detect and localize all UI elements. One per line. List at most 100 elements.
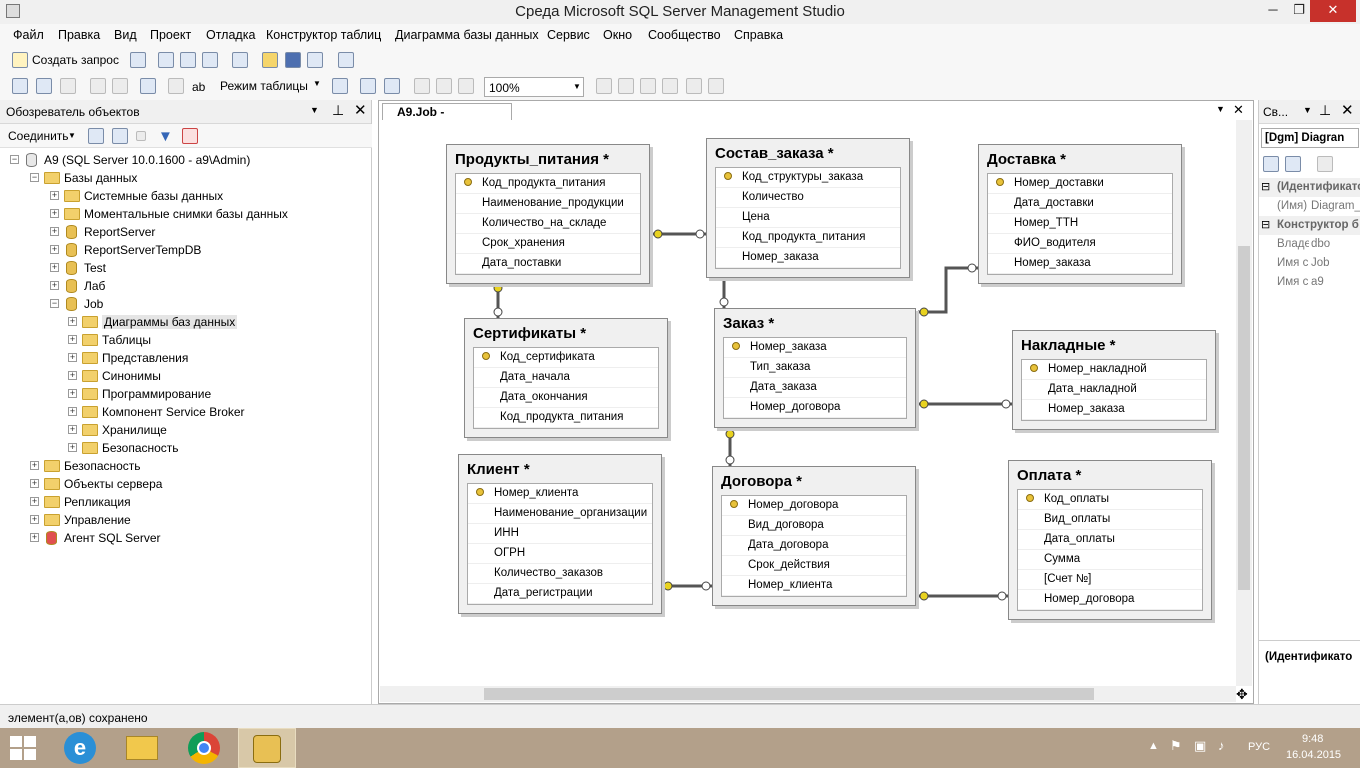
tree-node[interactable]: + Синонимы [0,367,372,385]
chrome-icon[interactable] [188,732,220,764]
tree-node[interactable]: + Представления [0,349,372,367]
table-column[interactable]: Тип_заказа [724,358,906,378]
table-column[interactable]: Код_структуры_заказа [716,168,900,188]
tree-node[interactable]: − Job [0,295,372,313]
diagram-table[interactable]: Заказ * Номер_заказа Тип_заказа Дата_заказа… [714,308,916,428]
menu-file[interactable]: Файл [13,28,44,42]
menu-project[interactable]: Проект [150,28,191,42]
tree-node[interactable]: + Безопасность [0,457,372,475]
expand-icon[interactable]: + [68,317,77,326]
expand-icon[interactable]: + [50,245,59,254]
collapse-icon[interactable]: − [50,299,59,308]
expand-icon[interactable]: + [30,533,39,542]
table-column[interactable]: Номер_договора [722,496,906,516]
collapse-icon[interactable]: ⊟ [1261,218,1270,231]
menu-window[interactable]: Окно [603,28,632,42]
view-relation-icon[interactable] [596,78,612,94]
tree-node[interactable]: − A9 (SQL Server 10.0.1600 - a9\Admin) [0,151,372,169]
stop-icon[interactable] [136,131,146,141]
expand-icon[interactable]: + [30,497,39,506]
recalc-icon[interactable] [436,78,452,94]
diagram-table[interactable]: Накладные * Номер_накладной Дата_накладной… [1012,330,1216,430]
menu-db-diagram[interactable]: Диаграмма базы данных [395,28,539,42]
expand-icon[interactable]: + [68,353,77,362]
vertical-scroll-thumb[interactable] [1238,246,1250,590]
page-breaks-icon[interactable] [414,78,430,94]
diagram-table[interactable]: Договора * Номер_договора Вид_договора Дата… [712,466,916,606]
table-column[interactable]: Номер_заказа [716,248,900,268]
expand-icon[interactable]: + [50,227,59,236]
tray-up-icon[interactable]: ▲ [1148,740,1159,752]
property-row[interactable]: (Имя) Diagram_ [1259,197,1360,216]
table-column[interactable]: Сумма [1018,550,1202,570]
table-column[interactable]: Код_оплаты [1018,490,1202,510]
tree-node[interactable]: + ReportServer [0,223,372,241]
table-column[interactable]: Дата_доставки [988,194,1172,214]
remove-icon[interactable] [112,78,128,94]
tree-node[interactable]: − Базы данных [0,169,372,187]
keys-icon[interactable] [640,78,656,94]
close-tab-icon[interactable]: ✕ [1233,102,1244,118]
expand-icon[interactable]: + [50,263,59,272]
tab-dropdown-icon[interactable]: ▼ [1216,104,1225,114]
tree-node[interactable]: + ReportServerTempDB [0,241,372,259]
delete-table-icon[interactable] [90,78,106,94]
expand-icon[interactable]: + [30,515,39,524]
expand-icon[interactable]: + [30,479,39,488]
primary-key-icon[interactable] [168,78,184,94]
xmla-query-icon[interactable] [232,52,248,68]
property-row[interactable]: Имя с a9 [1259,273,1360,292]
expand-icon[interactable]: + [68,443,77,452]
expand-icon[interactable]: + [50,281,59,290]
filter-icon[interactable]: ▼ [158,128,173,145]
table-column[interactable]: Дата_договора [722,536,906,556]
table-column[interactable]: Дата_оплаты [1018,530,1202,550]
expand-icon[interactable]: + [50,209,59,218]
add-table-icon[interactable] [36,78,52,94]
table-column[interactable]: [Счет №] [1018,570,1202,590]
menu-view[interactable]: Вид [114,28,137,42]
mdx-query-icon[interactable] [180,52,196,68]
table-column[interactable]: Вид_договора [722,516,906,536]
property-row[interactable]: Владе dbo [1259,235,1360,254]
table-column[interactable]: Номер_заказа [988,254,1172,274]
tree-node[interactable]: + Агент SQL Server [0,529,372,547]
close-window-button[interactable]: ✕ [1310,0,1356,22]
table-column[interactable]: Код_сертификата [474,348,658,368]
clock-time[interactable]: 9:48 [1302,733,1323,745]
tree-node[interactable]: + Моментальные снимки базы данных [0,205,372,223]
new-file-icon[interactable] [130,52,146,68]
pan-icon[interactable]: ✥ [1236,686,1248,703]
diagram-canvas[interactable]: Продукты_питания * Код_продукта_питания На… [380,120,1236,686]
tree-node[interactable]: + Таблицы [0,331,372,349]
tree-node[interactable]: + Управление [0,511,372,529]
custom-view-icon[interactable] [708,78,724,94]
alphabetical-icon[interactable] [1285,156,1301,172]
table-column[interactable]: Дата_заказа [724,378,906,398]
tree-node[interactable]: + Диаграммы баз данных [0,313,372,331]
property-category[interactable]: ⊟ (Идентификато [1259,178,1360,197]
ie-icon[interactable]: e [64,732,96,764]
tree-node[interactable]: + Test [0,259,372,277]
menu-debug[interactable]: Отладка [206,28,255,42]
table-column[interactable]: Номер_накладной [1022,360,1206,380]
column-names-icon[interactable] [618,78,634,94]
ssms-taskbar-button[interactable] [238,728,296,768]
collapse-icon[interactable]: − [30,173,39,182]
arrange-selection-icon[interactable] [458,78,474,94]
activity-monitor-icon[interactable] [338,52,354,68]
table-column[interactable]: ФИО_водителя [988,234,1172,254]
table-column[interactable]: ОГРН [468,544,652,564]
windows-start-icon[interactable] [10,736,36,760]
print-icon[interactable] [307,52,323,68]
standard-view-icon[interactable] [686,78,702,94]
tree-node[interactable]: + Хранилище [0,421,372,439]
horizontal-scroll-thumb[interactable] [484,688,1094,700]
pin-icon[interactable]: ⊥ [332,102,344,119]
refresh-icon[interactable] [182,128,198,144]
menu-edit[interactable]: Правка [58,28,100,42]
expand-icon[interactable]: + [50,191,59,200]
tree-node[interactable]: + Программирование [0,385,372,403]
categorized-icon[interactable] [1263,156,1279,172]
new-query-button[interactable]: Создать запрос [32,53,119,67]
